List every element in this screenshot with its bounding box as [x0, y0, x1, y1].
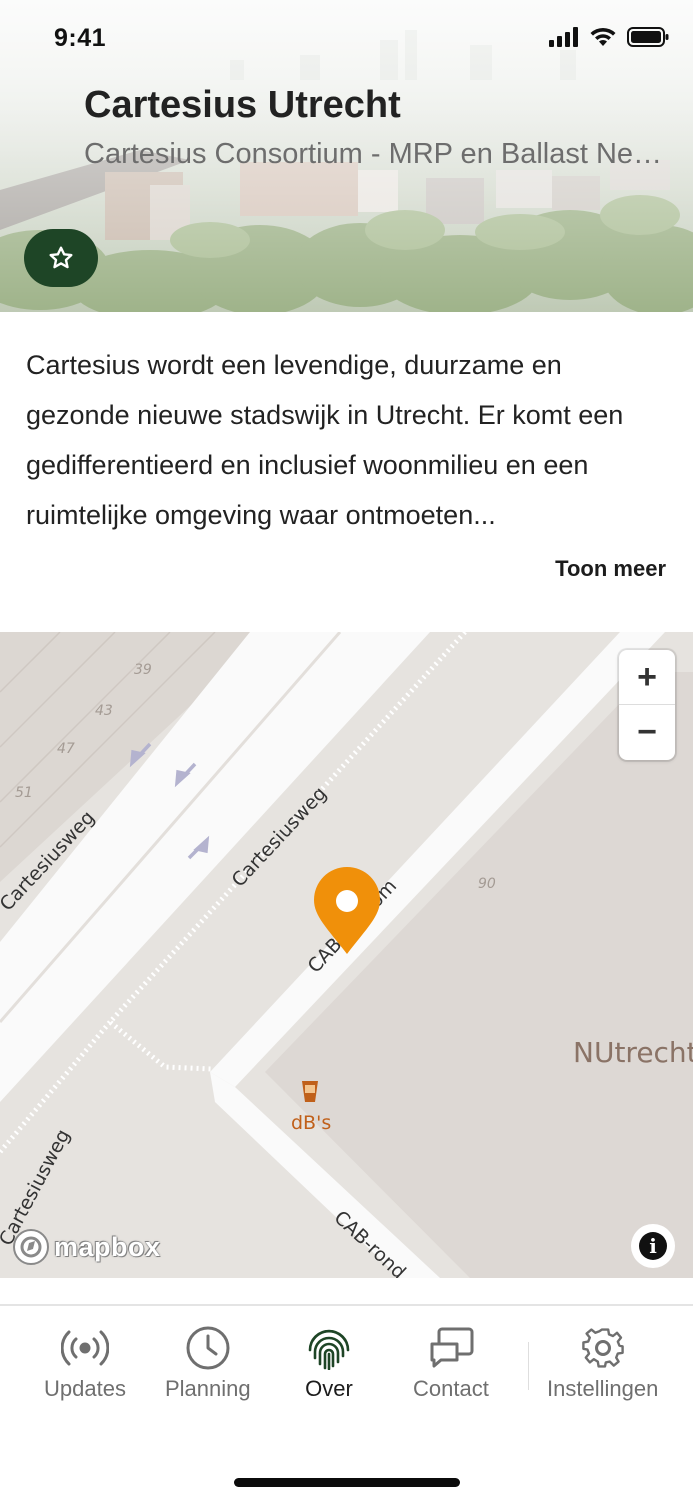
house-number-43: 43	[95, 703, 113, 719]
house-number-90: 90	[478, 876, 496, 892]
tab-planning[interactable]: Planning	[165, 1326, 251, 1402]
battery-icon	[627, 27, 669, 47]
status-time: 9:41	[54, 24, 107, 52]
tab-over[interactable]: Over	[305, 1326, 353, 1402]
house-number-47: 47	[57, 741, 75, 757]
hero-header: 9:41 Cartesius Utrecht Cartesius Consort…	[0, 0, 693, 312]
zoom-out-button[interactable]: −	[619, 705, 675, 760]
chat-screen-icon	[430, 1327, 474, 1368]
gear-icon	[581, 1328, 624, 1368]
tab-label: Planning	[165, 1376, 251, 1401]
map-info-button[interactable]: i	[631, 1224, 675, 1268]
status-bar: 9:41	[0, 0, 693, 78]
tab-label: Updates	[44, 1376, 126, 1401]
show-more-link[interactable]: Toon meer	[555, 556, 666, 582]
wifi-icon	[590, 27, 616, 46]
mapbox-icon	[13, 1229, 49, 1265]
zoom-in-button[interactable]: +	[619, 650, 675, 705]
fingerprint-icon	[308, 1329, 350, 1370]
tab-instellingen[interactable]: Instellingen	[547, 1326, 658, 1402]
home-indicator[interactable]	[234, 1478, 460, 1487]
project-subtitle: Cartesius Consortium - MRP en Ballast Ne…	[84, 138, 664, 170]
tab-label: Instellingen	[547, 1376, 659, 1401]
project-description: Cartesius wordt een levendige, duurzame …	[26, 350, 624, 530]
broadcast-icon	[60, 1330, 109, 1366]
star-icon	[49, 246, 73, 269]
map-canvas[interactable]: 39 43 47 51 90 Cartesiusweg Cartesiusweg…	[0, 632, 693, 1278]
project-title: Cartesius Utrecht	[84, 84, 401, 126]
tab-label: Contact	[413, 1376, 489, 1401]
zoom-control: + −	[619, 650, 675, 760]
favorite-button[interactable]	[24, 229, 98, 287]
area-label: NUtrecht	[573, 1036, 693, 1069]
mapbox-wordmark: mapbox	[54, 1231, 161, 1262]
map-view[interactable]: 39 43 47 51 90 Cartesiusweg Cartesiusweg…	[0, 632, 693, 1278]
tab-separator	[528, 1342, 529, 1390]
tab-label: Over	[305, 1376, 353, 1401]
tab-bar: Updates Planning Over Contact Instelling…	[0, 1306, 693, 1426]
clock-icon	[186, 1326, 230, 1370]
cellular-signal-icon	[549, 27, 578, 47]
tab-updates[interactable]: Updates	[44, 1326, 126, 1402]
tab-contact[interactable]: Contact	[413, 1326, 489, 1402]
status-icons	[549, 27, 669, 47]
info-icon: i	[639, 1232, 667, 1260]
house-number-39: 39	[134, 662, 152, 678]
house-number-51: 51	[15, 785, 33, 801]
poi-label: dB's	[291, 1112, 331, 1134]
mapbox-attribution-logo[interactable]: mapbox	[12, 1228, 161, 1266]
